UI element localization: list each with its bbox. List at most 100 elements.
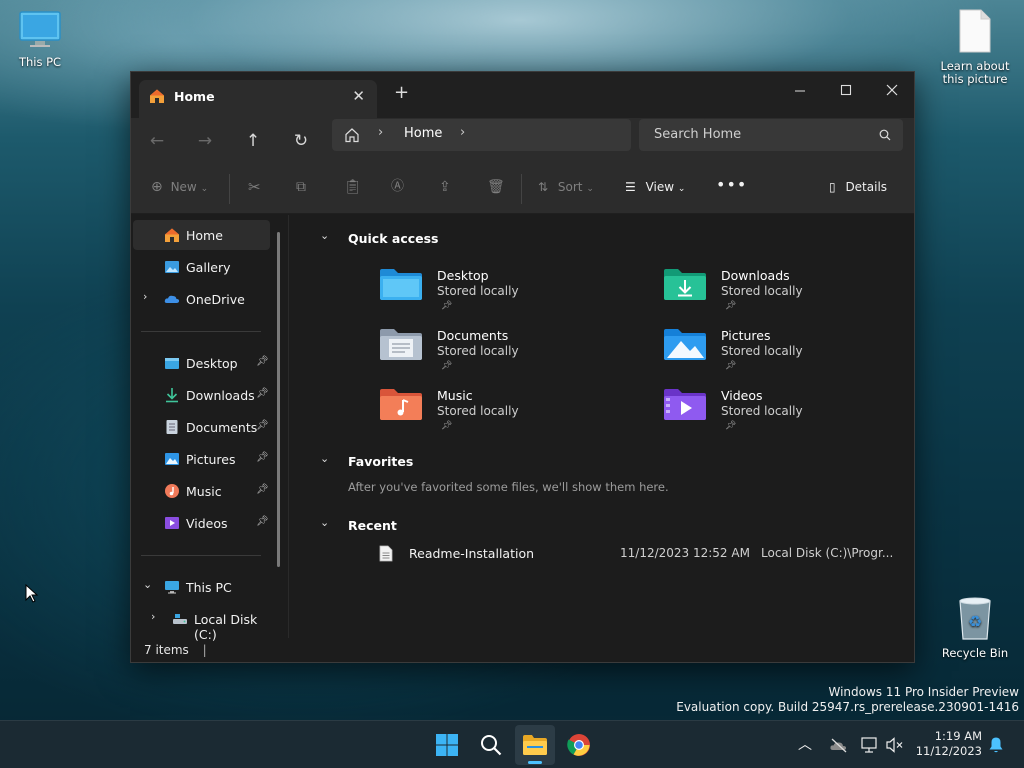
sidebar-item-gallery[interactable]: Gallery — [133, 252, 270, 282]
sidebar-item-this-pc[interactable]: ⌄ This PC — [133, 572, 270, 602]
quick-access-documents[interactable]: Documents Stored locally 📌︎ — [379, 327, 629, 383]
sort-button[interactable]: ⇅ Sort ⌄ — [538, 178, 594, 198]
home-icon — [165, 228, 179, 242]
sidebar-scrollbar[interactable] — [277, 232, 280, 567]
minimize-button[interactable] — [777, 76, 823, 106]
sort-icon: ⇅ — [538, 180, 549, 194]
search-taskbar-button[interactable] — [471, 721, 511, 768]
section-quick-access[interactable]: Quick access — [348, 231, 439, 246]
sidebar-item-desktop[interactable]: Desktop 📌︎ — [133, 348, 270, 378]
rename-icon[interactable]: Ⓐ — [391, 178, 404, 196]
tab-home[interactable]: Home ✕ — [139, 80, 377, 118]
quick-access-downloads[interactable]: Downloads Stored locally 📌︎ — [663, 267, 913, 323]
start-button[interactable] — [427, 721, 467, 768]
chevron-down-icon: ⌄ — [200, 184, 209, 194]
address-bar[interactable]: › Home › — [332, 119, 631, 151]
quick-access-name: Videos — [721, 388, 763, 403]
desktop-folder-icon — [380, 269, 422, 300]
status-separator: | — [202, 643, 207, 657]
sidebar-item-home[interactable]: Home — [133, 220, 270, 250]
pin-icon: 📌︎ — [256, 388, 269, 399]
sidebar-item-label: Music — [186, 484, 222, 499]
chevron-right-icon[interactable]: › — [143, 290, 147, 303]
pictures-folder-icon — [664, 329, 706, 360]
sidebar-item-videos[interactable]: Videos 📌︎ — [133, 508, 270, 538]
chevron-right-icon[interactable]: › — [460, 125, 465, 140]
forward-arrow-icon[interactable]: → — [193, 130, 217, 152]
volume-muted-icon[interactable] — [886, 737, 904, 753]
active-app-indicator — [528, 761, 542, 764]
delete-icon[interactable]: 🗑︎ — [487, 178, 505, 196]
text-file-icon — [379, 545, 393, 562]
view-label: View — [645, 180, 675, 194]
quick-access-status: Stored locally — [721, 284, 803, 298]
view-list-icon: ☰ — [625, 180, 636, 194]
recent-file-row[interactable]: Readme-Installation 11/12/2023 12:52 AM … — [369, 542, 899, 566]
close-window-button[interactable] — [869, 76, 915, 106]
desktop-icon-label: Recycle Bin — [941, 646, 1009, 660]
sidebar-item-label: Videos — [186, 516, 228, 531]
cut-icon[interactable]: ✂ — [248, 178, 261, 196]
recycle-bin-icon: ♻ — [959, 597, 991, 640]
quick-access-name: Downloads — [721, 268, 790, 283]
network-icon[interactable] — [861, 736, 879, 754]
view-button[interactable]: ☰ View ⌄ — [625, 178, 685, 198]
sidebar-item-documents[interactable]: Documents 📌︎ — [133, 412, 270, 442]
divider — [141, 331, 261, 332]
new-tab-button[interactable]: + — [394, 82, 409, 103]
chevron-down-icon[interactable]: ⌄ — [143, 578, 152, 591]
watermark-line1: Windows 11 Pro Insider Preview — [828, 685, 1019, 699]
more-options-icon[interactable]: ••• — [716, 176, 747, 194]
desktop-icon-recycle-bin[interactable]: ♻ Recycle Bin — [940, 597, 1010, 660]
chevron-down-icon: ⌄ — [677, 184, 686, 194]
onedrive-offline-icon[interactable] — [829, 737, 849, 753]
breadcrumb-home[interactable]: Home — [404, 126, 442, 141]
downloads-folder-icon — [664, 269, 706, 300]
quick-access-music[interactable]: Music Stored locally 📌︎ — [379, 387, 629, 443]
notification-bell-icon[interactable] — [988, 736, 1004, 754]
chevron-down-icon[interactable]: ⌄ — [320, 516, 329, 529]
chevron-right-icon[interactable]: › — [151, 610, 155, 623]
section-recent[interactable]: Recent — [348, 518, 397, 533]
copy-icon[interactable]: ⧉ — [296, 178, 306, 196]
details-button[interactable]: ▯ Details — [829, 178, 887, 196]
clock[interactable]: 1:19 AM 11/12/2023 — [914, 729, 982, 768]
command-bar: ⊕ New ⌄ ✂ ⧉ 📋︎ Ⓐ ⇪ 🗑︎ ⇅ Sort ⌄ ☰ View ⌄ … — [131, 164, 914, 214]
quick-access-videos[interactable]: Videos Stored locally 📌︎ — [663, 387, 913, 443]
monitor-icon — [19, 11, 61, 47]
desktop-icon-this-pc[interactable]: This PC — [12, 10, 68, 69]
sidebar-item-onedrive[interactable]: › OneDrive — [133, 284, 270, 314]
pin-icon: 📌︎ — [256, 484, 269, 495]
paste-icon[interactable]: 📋︎ — [344, 178, 362, 196]
new-button[interactable]: ⊕ New ⌄ — [151, 178, 208, 198]
close-tab-icon[interactable]: ✕ — [352, 87, 365, 105]
sidebar-item-pictures[interactable]: Pictures 📌︎ — [133, 444, 270, 474]
chevron-down-icon[interactable]: ⌄ — [320, 229, 329, 242]
new-label: New — [170, 180, 197, 194]
chevron-down-icon[interactable]: ⌄ — [320, 452, 329, 465]
music-icon — [165, 484, 179, 498]
desktop-icon-learn-picture[interactable]: Learn about this picture — [940, 8, 1010, 86]
maximize-button[interactable] — [823, 76, 869, 106]
sidebar-item-downloads[interactable]: Downloads 📌︎ — [133, 380, 270, 410]
pin-icon: 📌︎ — [256, 420, 269, 431]
chevron-up-icon[interactable]: ︿ — [798, 734, 812, 768]
quick-access-pictures[interactable]: Pictures Stored locally 📌︎ — [663, 327, 913, 383]
chrome-taskbar-button[interactable] — [559, 721, 599, 768]
sidebar-item-music[interactable]: Music 📌︎ — [133, 476, 270, 506]
details-pane-icon: ▯ — [829, 180, 836, 194]
section-favorites[interactable]: Favorites — [348, 454, 413, 469]
pin-icon: 📌︎ — [441, 301, 453, 311]
back-arrow-icon[interactable]: ← — [145, 130, 169, 152]
quick-access-desktop[interactable]: Desktop Stored locally 📌︎ — [379, 267, 629, 323]
search-box[interactable]: Search Home — [639, 119, 903, 151]
refresh-icon[interactable]: ↻ — [289, 130, 313, 152]
sidebar-item-label: Downloads — [186, 388, 255, 403]
desktop-folder-icon — [165, 358, 179, 369]
share-icon[interactable]: ⇪ — [439, 178, 451, 196]
sidebar-item-local-disk[interactable]: › Local Disk (C:) — [133, 604, 278, 642]
pin-icon: 📌︎ — [256, 516, 269, 527]
up-arrow-icon[interactable]: ↑ — [241, 130, 265, 152]
quick-access-name: Music — [437, 388, 473, 403]
file-explorer-taskbar-button[interactable] — [515, 725, 555, 765]
